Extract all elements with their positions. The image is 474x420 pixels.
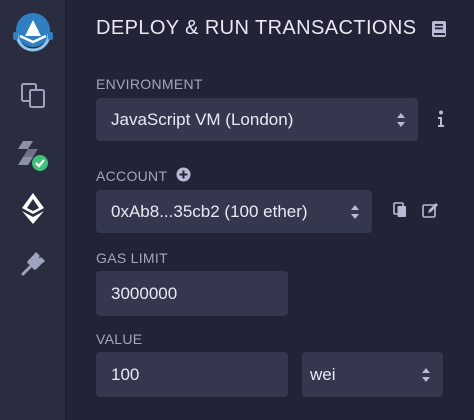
value-input[interactable]: 100	[96, 352, 288, 397]
value-unit: wei	[310, 364, 336, 384]
remix-logo-icon[interactable]	[0, 6, 66, 52]
edit-icon[interactable]	[422, 202, 439, 218]
ethereum-icon[interactable]	[0, 190, 66, 226]
gas-limit-input[interactable]: 3000000	[96, 271, 288, 316]
info-icon[interactable]	[436, 110, 446, 128]
environment-value: JavaScript VM (London)	[111, 109, 294, 129]
environment-select[interactable]: JavaScript VM (London)	[96, 98, 418, 141]
environment-label: ENVIRONMENT	[96, 76, 203, 92]
value-label: VALUE	[96, 331, 143, 347]
deploy-run-panel: DEPLOY & RUN TRANSACTIONS ENVIRONMENT Ja…	[66, 0, 474, 420]
documentation-book-icon[interactable]	[431, 20, 447, 38]
account-value: 0xAb8...35cb2 (100 ether)	[111, 201, 308, 221]
select-arrows-icon	[397, 112, 405, 127]
gas-limit-label: GAS LIMIT	[96, 250, 168, 266]
panel-title: DEPLOY & RUN TRANSACTIONS	[96, 17, 417, 39]
value-amount: 100	[111, 364, 140, 384]
value-unit-select[interactable]: wei	[302, 352, 443, 397]
account-label: ACCOUNT	[96, 168, 168, 184]
plug-icon[interactable]	[0, 246, 66, 282]
copy-icon[interactable]	[393, 202, 407, 218]
select-arrows-icon	[422, 367, 430, 382]
select-arrows-icon	[351, 204, 359, 219]
icon-panel	[0, 0, 66, 420]
plus-circle-icon[interactable]	[176, 167, 191, 182]
compile-success-icon[interactable]	[0, 134, 66, 176]
files-icon[interactable]	[0, 78, 66, 112]
account-select[interactable]: 0xAb8...35cb2 (100 ether)	[96, 190, 372, 233]
gas-limit-value: 3000000	[111, 283, 178, 303]
